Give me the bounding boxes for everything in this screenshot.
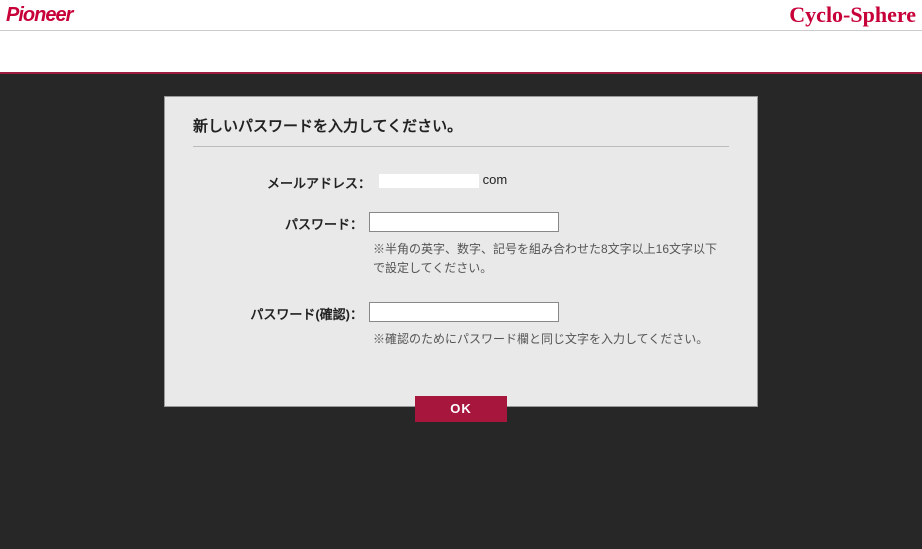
password-confirm-row: パスワード(確認)： ※確認のためにパスワード欄と同じ文字を入力してください。 xyxy=(193,302,729,367)
password-hint: ※半角の英字、数字、記号を組み合わせた8文字以上16文字以下で設定してください。 xyxy=(369,240,729,278)
email-suffix: com xyxy=(483,172,508,187)
password-confirm-input[interactable] xyxy=(369,302,559,322)
header: Pioneer Cyclo-Sphere xyxy=(0,0,922,31)
password-input[interactable] xyxy=(369,212,559,232)
password-form-card: 新しいパスワードを入力してください。 メールアドレス： com パスワード： ※… xyxy=(164,96,758,407)
email-masked-part xyxy=(379,174,479,188)
password-row: パスワード： ※半角の英字、数字、記号を組み合わせた8文字以上16文字以下で設定… xyxy=(193,212,729,296)
main-area: 新しいパスワードを入力してください。 メールアドレス： com パスワード： ※… xyxy=(0,31,922,549)
email-value-area: com xyxy=(373,171,729,189)
password-label: パスワード： xyxy=(193,212,365,233)
password-confirm-value-area: ※確認のためにパスワード欄と同じ文字を入力してください。 xyxy=(365,302,729,367)
dark-panel: 新しいパスワードを入力してください。 メールアドレス： com パスワード： ※… xyxy=(0,72,922,549)
password-confirm-hint: ※確認のためにパスワード欄と同じ文字を入力してください。 xyxy=(369,330,729,349)
email-row: メールアドレス： com xyxy=(193,171,729,192)
email-label: メールアドレス： xyxy=(193,171,373,192)
brand-logo-right: Cyclo-Sphere xyxy=(789,2,916,28)
password-confirm-label: パスワード(確認)： xyxy=(193,302,365,323)
password-value-area: ※半角の英字、数字、記号を組み合わせた8文字以上16文字以下で設定してください。 xyxy=(365,212,729,296)
form-title: 新しいパスワードを入力してください。 xyxy=(193,115,729,147)
email-value: com xyxy=(377,172,507,188)
button-row: OK xyxy=(193,396,729,422)
brand-logo-left: Pioneer xyxy=(6,4,72,27)
ok-button[interactable]: OK xyxy=(415,396,507,422)
